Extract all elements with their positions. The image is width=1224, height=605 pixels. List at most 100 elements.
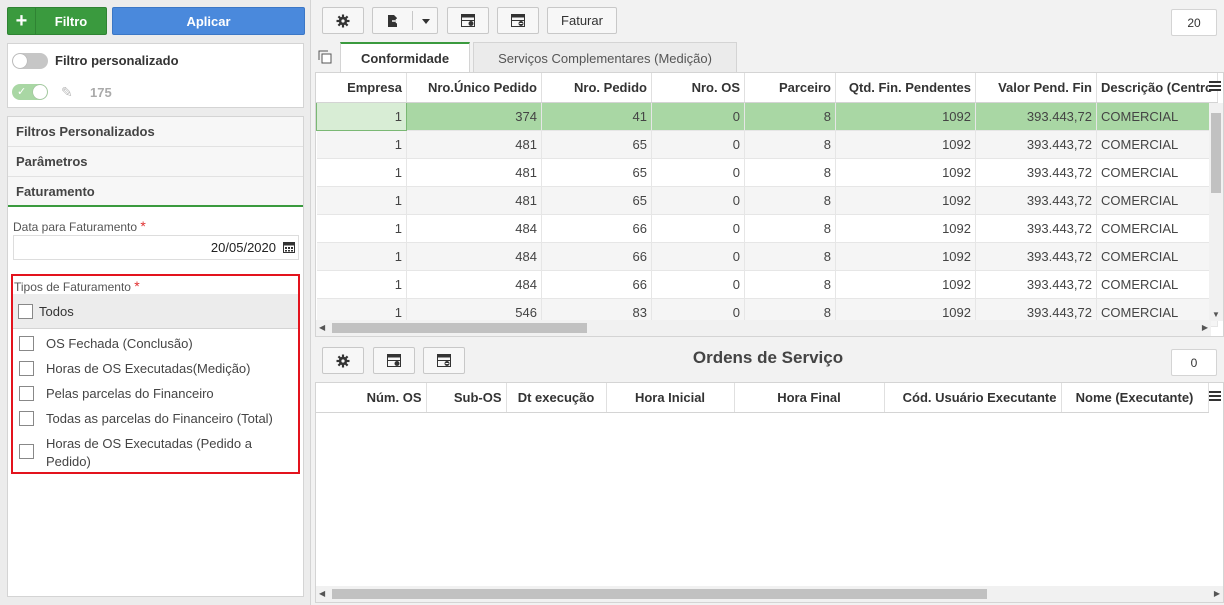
table-cell[interactable]: 393.443,72 (975, 130, 1097, 159)
horizontal-scrollbar[interactable]: ◀ ▶ (316, 586, 1223, 602)
table-row[interactable]: 1 484 66 0 8 1092 393.443,72 COMERCIAL (316, 270, 1218, 299)
table-cell[interactable]: COMERCIAL (1096, 214, 1218, 243)
table-row[interactable]: 1 481 65 0 8 1092 393.443,72 COMERCIAL (316, 186, 1218, 215)
export-button[interactable] (372, 7, 438, 34)
table-cell[interactable]: 0 (651, 158, 745, 187)
aplicar-button[interactable]: Aplicar (112, 7, 305, 35)
accordion-faturamento[interactable]: Faturamento (8, 177, 303, 207)
table-cell[interactable]: 1 (316, 242, 407, 271)
scroll-down-icon[interactable]: ▼ (1212, 310, 1220, 319)
table-cell[interactable]: COMERCIAL (1096, 270, 1218, 299)
table-cell[interactable]: 65 (541, 186, 652, 215)
table-cell[interactable]: 65 (541, 158, 652, 187)
table-cell[interactable]: 393.443,72 (975, 186, 1097, 215)
table-cell[interactable]: 481 (406, 130, 542, 159)
col-hora-final[interactable]: Hora Final (734, 383, 885, 413)
table-cell[interactable]: 8 (744, 158, 836, 187)
settings-button[interactable] (322, 7, 364, 34)
table-cell[interactable]: COMERCIAL (1096, 102, 1218, 131)
option-checkbox[interactable] (19, 361, 34, 376)
col-num-os[interactable]: Núm. OS (316, 383, 427, 413)
tab-conformidade[interactable]: Conformidade (340, 42, 470, 72)
column-menu-icon[interactable] (1209, 391, 1221, 401)
col-nro-unico-pedido[interactable]: Nro.Único Pedido (406, 73, 542, 103)
table-cell[interactable]: 66 (541, 270, 652, 299)
table-cell[interactable]: 0 (651, 102, 745, 131)
table-cell[interactable]: 0 (651, 130, 745, 159)
table-cell[interactable]: 393.443,72 (975, 270, 1097, 299)
table-cell[interactable]: 8 (744, 270, 836, 299)
table-cell[interactable]: 393.443,72 (975, 242, 1097, 271)
option-checkbox[interactable] (19, 411, 34, 426)
column-menu-icon[interactable] (1209, 81, 1221, 91)
table-cell[interactable]: 65 (541, 130, 652, 159)
scrollbar-thumb[interactable] (332, 323, 587, 333)
table-cell[interactable]: 481 (406, 186, 542, 215)
table-cell[interactable]: 1092 (835, 186, 976, 215)
table-cell[interactable]: 0 (651, 242, 745, 271)
table-cell[interactable]: 1092 (835, 214, 976, 243)
table-cell[interactable]: 1 (316, 186, 407, 215)
filtro-personalizado-toggle[interactable] (12, 53, 48, 69)
accordion-parametros[interactable]: Parâmetros (8, 147, 303, 177)
table-cell[interactable]: 1092 (835, 158, 976, 187)
grid-config-button[interactable] (447, 7, 489, 34)
col-dt-execucao[interactable]: Dt execução (506, 383, 607, 413)
chevron-down-icon[interactable] (422, 19, 430, 24)
accordion-filtros-personalizados[interactable]: Filtros Personalizados (8, 117, 303, 147)
table-cell[interactable]: 0 (651, 186, 745, 215)
table-cell[interactable]: 393.443,72 (975, 158, 1097, 187)
table-cell[interactable]: 484 (406, 214, 542, 243)
table-cell[interactable]: COMERCIAL (1096, 130, 1218, 159)
calendar-icon[interactable] (283, 241, 295, 253)
table-cell[interactable]: 0 (651, 214, 745, 243)
table-cell[interactable]: 8 (744, 186, 836, 215)
grid-remove-button[interactable] (497, 7, 539, 34)
table-row[interactable]: 1 481 65 0 8 1092 393.443,72 COMERCIAL (316, 158, 1218, 187)
table-cell[interactable]: 1 (316, 158, 407, 187)
col-sub-os[interactable]: Sub-OS (426, 383, 507, 413)
table-cell[interactable]: 1092 (835, 270, 976, 299)
table-row[interactable]: 1 484 66 0 8 1092 393.443,72 COMERCIAL (316, 214, 1218, 243)
col-valor-pend-fin[interactable]: Valor Pend. Fin (975, 73, 1097, 103)
option-checkbox[interactable] (19, 386, 34, 401)
table-cell[interactable]: 1 (316, 214, 407, 243)
table-cell[interactable]: 66 (541, 242, 652, 271)
table-cell[interactable]: 484 (406, 270, 542, 299)
scroll-right-icon[interactable]: ▶ (1214, 589, 1220, 598)
table-cell[interactable]: 1092 (835, 242, 976, 271)
table-cell[interactable]: 41 (541, 102, 652, 131)
table-cell[interactable]: 484 (406, 242, 542, 271)
option-checkbox[interactable] (19, 336, 34, 351)
col-nro-pedido[interactable]: Nro. Pedido (541, 73, 652, 103)
vertical-scrollbar[interactable]: ▼ (1209, 103, 1223, 321)
col-qtd-fin-pendentes[interactable]: Qtd. Fin. Pendentes (835, 73, 976, 103)
col-cod-usuario-executante[interactable]: Cód. Usuário Executante (884, 383, 1062, 413)
table-row[interactable]: 1 484 66 0 8 1092 393.443,72 COMERCIAL (316, 242, 1218, 271)
col-nro-os[interactable]: Nro. OS (651, 73, 745, 103)
tab-servicos-complementares[interactable]: Serviços Complementares (Medição) (473, 42, 737, 72)
scroll-left-icon[interactable]: ◀ (319, 589, 325, 598)
faturar-button[interactable]: Faturar (547, 7, 617, 34)
filtro-button[interactable]: + Filtro (7, 7, 107, 35)
table-row[interactable]: 1 481 65 0 8 1092 393.443,72 COMERCIAL (316, 130, 1218, 159)
todos-checkbox[interactable] (18, 304, 33, 319)
table-cell[interactable]: 8 (744, 214, 836, 243)
table-cell[interactable]: 481 (406, 158, 542, 187)
table-cell[interactable]: 0 (651, 270, 745, 299)
scroll-left-icon[interactable]: ◀ (319, 323, 325, 332)
col-hora-inicial[interactable]: Hora Inicial (606, 383, 735, 413)
col-descricao-centro[interactable]: Descrição (Centro (1096, 73, 1218, 103)
table-cell[interactable]: 1 (316, 130, 407, 159)
table-cell[interactable]: COMERCIAL (1096, 242, 1218, 271)
pencil-icon[interactable]: ✎ (61, 84, 73, 101)
table-cell[interactable]: 393.443,72 (975, 214, 1097, 243)
table-cell[interactable]: 1092 (835, 102, 976, 131)
col-parceiro[interactable]: Parceiro (744, 73, 836, 103)
table-cell[interactable]: 8 (744, 102, 836, 131)
horizontal-scrollbar[interactable]: ◀ ▶ (316, 320, 1211, 336)
page-size-input[interactable]: 20 (1171, 9, 1217, 36)
data-faturamento-input[interactable]: 20/05/2020 (13, 235, 299, 260)
table-cell[interactable]: 393.443,72 (975, 102, 1097, 131)
scrollbar-thumb[interactable] (1211, 113, 1221, 193)
